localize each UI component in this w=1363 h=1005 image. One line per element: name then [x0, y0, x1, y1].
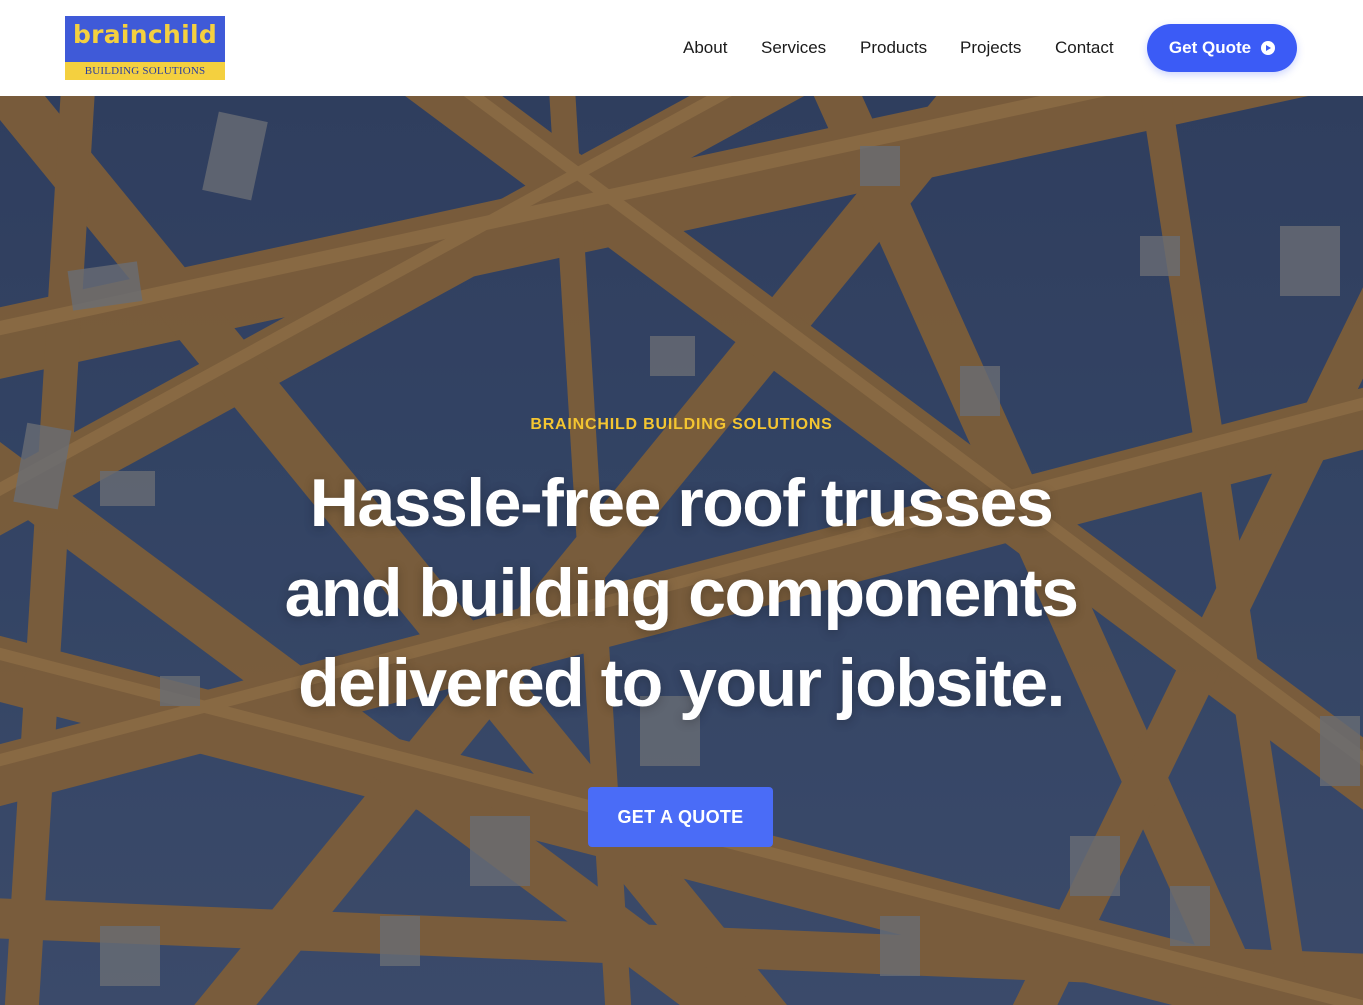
hero-headline-line-3: delivered to your jobsite.: [298, 645, 1065, 721]
brainchild-logo[interactable]: brainchild BUILDING SOLUTIONS: [65, 16, 225, 80]
hero-headline-line-1: Hassle-free roof trusses: [309, 465, 1054, 541]
arrow-circle-right-icon: [1261, 41, 1276, 55]
get-a-quote-button[interactable]: GET A QUOTE: [588, 787, 773, 847]
nav-about[interactable]: About: [683, 38, 727, 60]
nav-contact[interactable]: Contact: [1055, 38, 1114, 60]
get-quote-label: Get Quote: [1168, 38, 1252, 57]
nav-products[interactable]: Products: [860, 38, 927, 60]
logo-wordmark: brainchild: [72, 20, 218, 49]
nav-services[interactable]: Services: [761, 38, 826, 60]
nav-projects[interactable]: Projects: [960, 38, 1021, 60]
hero-headline: Hassle-free roof trusses and building co…: [181, 458, 1181, 728]
hero-section: BRAINCHILD BUILDING SOLUTIONS Hassle-fre…: [0, 96, 1363, 1005]
hero-headline-line-2: and building components: [284, 555, 1079, 631]
logo-tagline: BUILDING SOLUTIONS: [84, 65, 206, 77]
get-quote-button[interactable]: Get Quote: [1147, 24, 1297, 72]
site-header: brainchild BUILDING SOLUTIONS About Serv…: [0, 0, 1363, 96]
hero-kicker: BRAINCHILD BUILDING SOLUTIONS: [530, 416, 833, 433]
logo-tagline-strip: BUILDING SOLUTIONS: [65, 62, 225, 80]
